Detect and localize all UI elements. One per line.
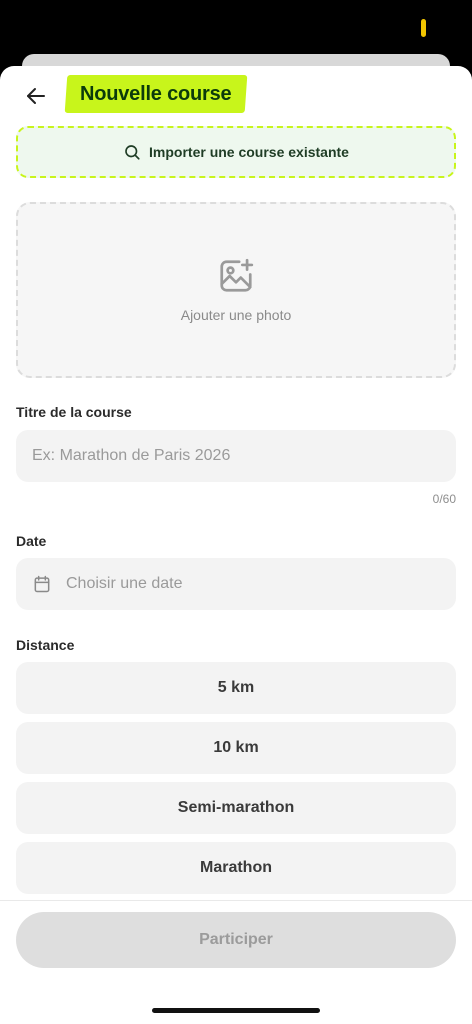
distance-label: Distance xyxy=(16,637,75,653)
status-indicator-dot xyxy=(421,19,426,37)
course-title-input[interactable] xyxy=(16,430,456,482)
image-add-icon xyxy=(220,258,254,292)
calendar-icon xyxy=(34,575,50,593)
title-char-counter: 0/60 xyxy=(432,492,456,506)
back-button[interactable] xyxy=(20,80,52,112)
page-title-highlight: Nouvelle course xyxy=(64,75,247,113)
arrow-left-icon xyxy=(27,88,45,104)
distance-option-semi-marathon[interactable]: Semi-marathon xyxy=(16,782,456,834)
add-photo-label: Ajouter une photo xyxy=(180,307,292,323)
search-icon xyxy=(125,145,140,160)
course-title-label: Titre de la course xyxy=(16,404,132,420)
import-label: Importer une course existante xyxy=(149,144,349,160)
header: Nouvelle course xyxy=(0,66,472,122)
participate-button[interactable]: Participer xyxy=(16,912,456,968)
distance-option-marathon[interactable]: Marathon xyxy=(16,842,456,894)
home-indicator xyxy=(152,1008,320,1013)
import-existing-race-button[interactable]: Importer une course existante xyxy=(16,126,456,178)
date-placeholder: Choisir une date xyxy=(66,575,183,592)
date-picker-field[interactable]: Choisir une date xyxy=(16,558,456,610)
add-photo-dropzone[interactable]: Ajouter une photo xyxy=(16,202,456,378)
date-label: Date xyxy=(16,533,47,549)
new-race-sheet: Nouvelle course Importer une course exis… xyxy=(0,66,472,1024)
page-title: Nouvelle course xyxy=(80,82,232,105)
distance-option-10km[interactable]: 10 km xyxy=(16,722,456,774)
footer-divider xyxy=(0,900,472,901)
distance-option-5km[interactable]: 5 km xyxy=(16,662,456,714)
